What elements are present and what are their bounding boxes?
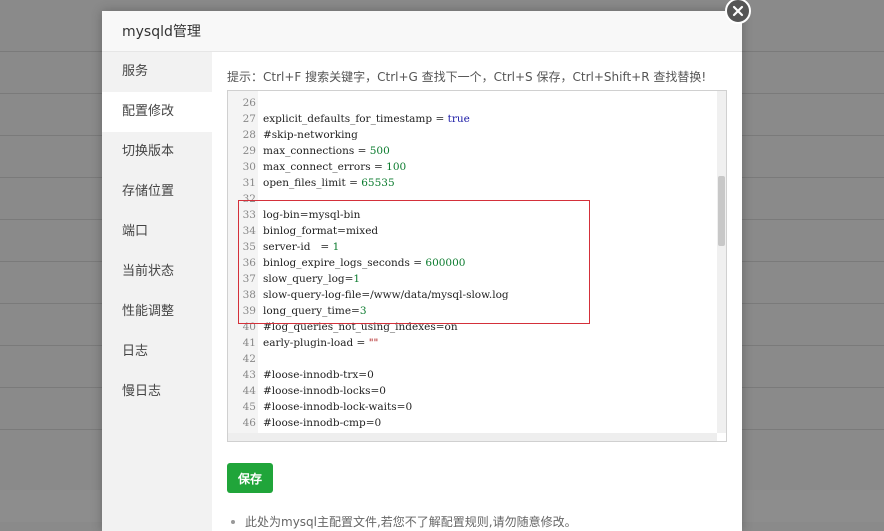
vertical-scrollbar[interactable]	[717, 91, 726, 433]
line-number: 30	[242, 161, 256, 173]
line-number: 44	[242, 385, 256, 397]
line-number: 35	[242, 241, 256, 253]
code-text: #log_queries_not_using_indexes=on	[263, 321, 458, 333]
code-text: max_connections = 500	[263, 145, 390, 157]
content-panel: 提示：Ctrl+F 搜索关键字，Ctrl+G 查找下一个，Ctrl+S 保存，C…	[227, 52, 728, 531]
line-number: 38	[242, 289, 256, 301]
line-number: 29	[242, 145, 256, 157]
code-text: #loose-innodb-cmp=0	[263, 417, 382, 429]
sidebar-item-1[interactable]: 配置修改	[102, 92, 212, 132]
shortcut-tip: 提示：Ctrl+F 搜索关键字，Ctrl+G 查找下一个，Ctrl+S 保存，C…	[227, 70, 707, 84]
line-number: 28	[242, 129, 256, 141]
line-number: 37	[242, 273, 256, 285]
mysqld-modal: mysqld管理 服务 配置修改 切换版本 存储位置 端口 当前状态 性能调整 日志 慢日志 提…	[102, 11, 742, 531]
code-text: #loose-innodb-trx=0	[263, 369, 374, 381]
sidebar-item-6[interactable]: 性能调整	[102, 292, 212, 332]
line-number: 42	[242, 353, 256, 365]
sidebar-item-4[interactable]: 端口	[102, 212, 212, 252]
code-text: open_files_limit = 65535	[263, 177, 395, 189]
modal-header: mysqld管理	[102, 11, 742, 52]
line-number: 46	[242, 417, 256, 429]
code-text: #loose-innodb-locks=0	[263, 385, 386, 397]
code-text: slow_query_log=1	[263, 273, 361, 285]
sidebar: 服务 配置修改 切换版本 存储位置 端口 当前状态 性能调整 日志 慢日志	[102, 52, 212, 531]
line-number: 32	[242, 193, 256, 205]
code-text: binlog_format=mixed	[263, 225, 379, 237]
sidebar-item-0[interactable]: 服务	[102, 52, 212, 92]
code-text: slow-query-log-file=/www/data/mysql-slow…	[263, 289, 509, 301]
line-number: 41	[242, 337, 256, 349]
code-text: explicit_defaults_for_timestamp = true	[263, 113, 470, 125]
line-number: 39	[242, 305, 256, 317]
line-number: 45	[242, 401, 256, 413]
sidebar-item-8[interactable]: 慢日志	[102, 372, 212, 412]
line-number: 40	[242, 321, 256, 333]
code-text: #loose-innodb-lock-waits=0	[263, 401, 413, 413]
scrollbar-thumb[interactable]	[718, 176, 725, 246]
line-number: 43	[242, 369, 256, 381]
sidebar-item-2[interactable]: 切换版本	[102, 132, 212, 172]
close-icon	[732, 5, 744, 17]
save-button[interactable]: 保存	[227, 463, 273, 493]
sidebar-item-7[interactable]: 日志	[102, 332, 212, 372]
line-number: 27	[242, 113, 256, 125]
horizontal-scrollbar[interactable]	[228, 433, 717, 441]
line-number: 31	[242, 177, 256, 189]
code-text: long_query_time=3	[263, 305, 367, 317]
code-text: max_connect_errors = 100	[263, 161, 407, 173]
modal-title: mysqld管理	[122, 24, 201, 40]
line-number: 36	[242, 257, 256, 269]
sidebar-item-5[interactable]: 当前状态	[102, 252, 212, 292]
code-text: early-plugin-load = ""	[263, 337, 379, 349]
line-number: 34	[242, 225, 256, 237]
line-number: 33	[242, 209, 256, 221]
code-text: log-bin=mysql-bin	[263, 209, 361, 221]
config-editor[interactable]: ~~~~~~~~~~~~~~~~~~~~~~~~~~~~~~ 2627expli…	[227, 90, 727, 442]
sidebar-item-3[interactable]: 存储位置	[102, 172, 212, 212]
code-text: server-id = 1	[263, 241, 340, 253]
code-text: #skip-networking	[263, 129, 358, 141]
line-number: 26	[242, 97, 256, 109]
code-text: binlog_expire_logs_seconds = 600000	[263, 257, 466, 269]
